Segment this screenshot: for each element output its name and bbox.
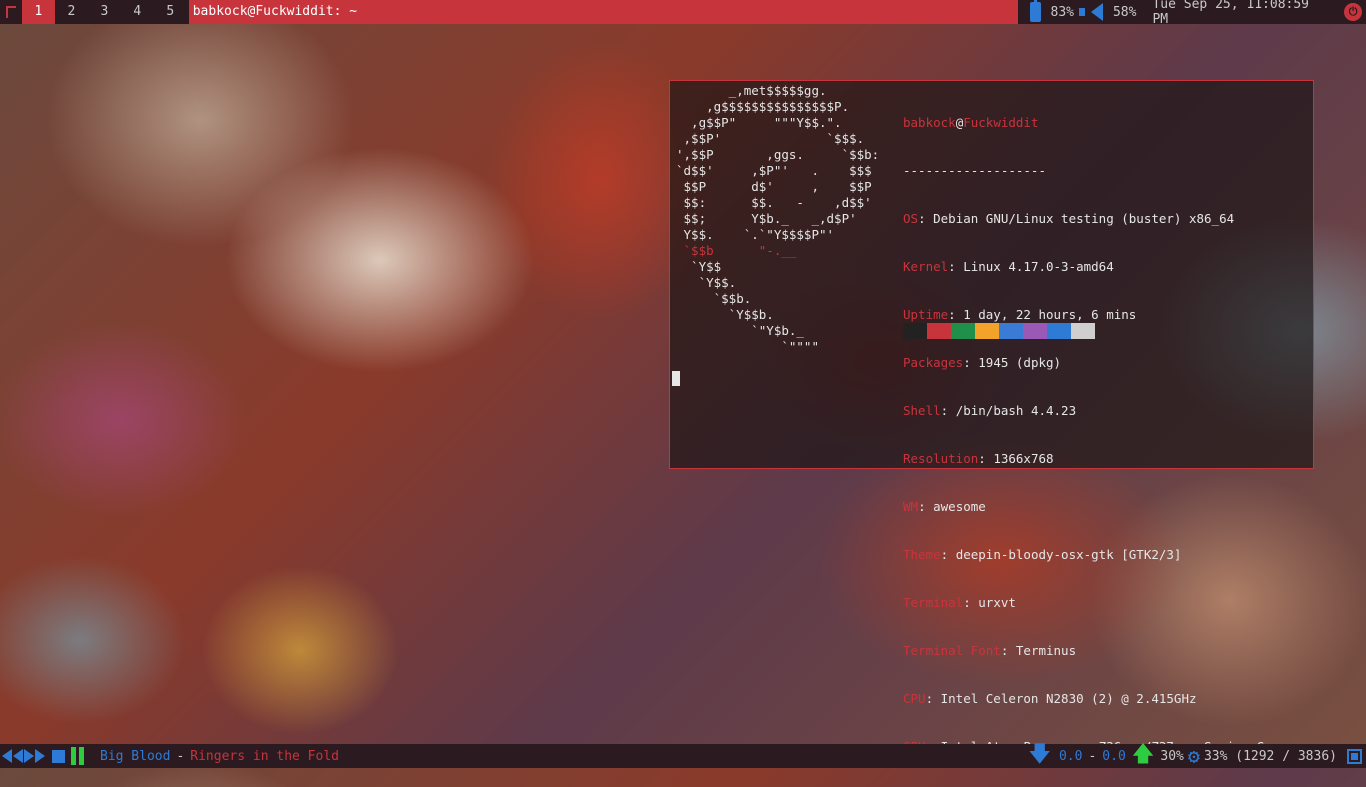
download-arrow-icon: 🡇: [1028, 742, 1051, 767]
terminal-window[interactable]: _,met$$$$$gg. ,g$$$$$$$$$$$$$$$P. ,g$$P"…: [669, 80, 1314, 754]
tag-2[interactable]: 2: [55, 0, 88, 24]
info-shell: Shell: /bin/bash 4.4.23: [903, 403, 1077, 418]
net-separator: -: [1088, 748, 1097, 764]
terminal-cursor: [672, 371, 680, 386]
awesome-logo-icon: [5, 6, 16, 18]
color-palette: [903, 323, 1095, 339]
tag-5[interactable]: 5: [154, 0, 187, 24]
info-terminal: Terminal: urxvt: [903, 595, 1016, 610]
info-os: OS: Debian GNU/Linux testing (buster) x8…: [903, 211, 1235, 226]
net-upload-rate: 0.0: [1102, 748, 1126, 764]
info-cpu: CPU: Intel Celeron N2830 (2) @ 2.415GHz: [903, 691, 1197, 706]
focused-window-title[interactable]: babkock@Fuckwiddit: ~: [188, 0, 1018, 24]
info-packages: Packages: 1945 (dpkg): [903, 355, 1062, 370]
color-swatch: [1047, 323, 1071, 339]
color-swatch: [903, 323, 927, 339]
battery-icon: [1029, 0, 1041, 22]
power-icon[interactable]: ⏻: [1344, 3, 1363, 21]
info-wm: WM: awesome: [903, 499, 986, 514]
tag-4[interactable]: 4: [121, 0, 154, 24]
battery-level: 83%: [1050, 4, 1074, 20]
color-swatch: [951, 323, 975, 339]
info-separator: -------------------: [903, 163, 1046, 178]
color-swatch: [975, 323, 999, 339]
cpu-usage: 30%: [1160, 748, 1184, 764]
info-resolution: Resolution: 1366x768: [903, 451, 1054, 466]
clock[interactable]: Tue Sep 25, 11:08:59 PM: [1152, 0, 1332, 27]
system-tray: 83% 58% Tue Sep 25, 11:08:59 PM ⏻: [1022, 0, 1366, 27]
user-host: babkock@Fuckwiddit: [903, 115, 1039, 130]
media-controls: [2, 744, 100, 768]
forward-icon[interactable]: [24, 749, 34, 763]
top-panel: 1 2 3 4 5 babkock@Fuckwiddit: ~ 83% 58% …: [0, 0, 1366, 27]
now-playing-artist: Big Blood: [100, 748, 171, 764]
pause-icon[interactable]: [71, 747, 84, 765]
bottom-panel: Big Blood - Ringers in the Fold 🡇 0.0 - …: [0, 742, 1366, 768]
memory-usage: 33% (1292 / 3836): [1203, 748, 1337, 764]
color-swatch: [927, 323, 951, 339]
tag-3[interactable]: 3: [88, 0, 121, 24]
stop-icon[interactable]: [52, 749, 65, 763]
neofetch-info: babkock@Fuckwiddit ------------------- O…: [903, 83, 1279, 787]
info-kernel: Kernel: Linux 4.17.0-3-amd64: [903, 259, 1114, 274]
now-playing-track: Ringers in the Fold: [190, 748, 339, 764]
info-theme: Theme: deepin-bloody-osx-gtk [GTK2/3]: [903, 547, 1182, 562]
net-download-rate: 0.0: [1058, 748, 1083, 764]
debian-ascii-logo: _,met$$$$$gg. ,g$$$$$$$$$$$$$$$P. ,g$$P"…: [676, 83, 880, 354]
tag-1[interactable]: 1: [21, 0, 55, 24]
gear-icon: ⚙: [1187, 744, 1200, 768]
volume-level: 58%: [1112, 4, 1137, 20]
prev-icon[interactable]: [2, 749, 12, 763]
color-swatch: [999, 323, 1023, 339]
info-uptime: Uptime: 1 day, 22 hours, 6 mins: [903, 307, 1137, 322]
volume-icon[interactable]: [1090, 3, 1103, 21]
launcher-button[interactable]: [0, 0, 22, 24]
color-swatch: [1071, 323, 1095, 339]
upload-arrow-icon: 🡅: [1131, 742, 1155, 767]
memory-icon: [1347, 748, 1362, 764]
color-swatch: [1023, 323, 1047, 339]
rewind-icon[interactable]: [13, 749, 23, 763]
volume-icon-body: [1079, 8, 1085, 16]
next-icon[interactable]: [35, 749, 45, 763]
info-terminal-font: Terminal Font: Terminus: [903, 643, 1077, 658]
now-playing-separator: -: [176, 748, 185, 764]
